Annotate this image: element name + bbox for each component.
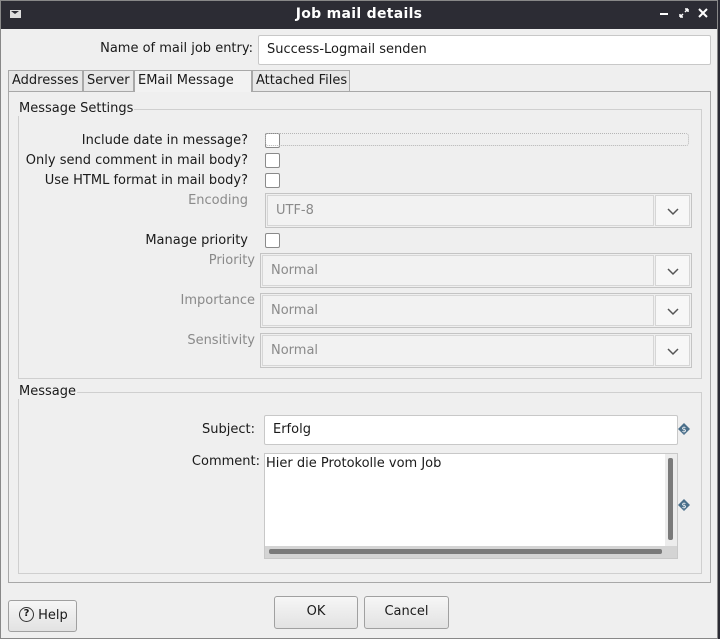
use-html-checkbox[interactable] [265, 173, 280, 188]
svg-text:$: $ [681, 501, 686, 510]
title-bar[interactable]: Job mail details [1, 1, 717, 29]
encoding-value: UTF-8 [267, 195, 654, 226]
encoding-select[interactable]: UTF-8 [265, 193, 692, 228]
comment-label: Comment: [191, 454, 260, 469]
subject-label: Subject: [202, 422, 255, 437]
only-comment-label: Only send comment in mail body? [25, 153, 248, 168]
vertical-scrollbar-thumb[interactable] [668, 458, 673, 540]
job-mail-dialog: Job mail details Name of mail job entry:… [0, 0, 718, 639]
only-comment-checkbox[interactable] [265, 153, 280, 168]
horizontal-scrollbar-thumb[interactable] [269, 549, 662, 554]
priority-label: Priority [208, 253, 255, 268]
svg-text:$: $ [681, 425, 686, 434]
window-title: Job mail details [295, 6, 423, 22]
priority-select[interactable]: Normal [260, 253, 692, 288]
chevron-down-icon [667, 348, 679, 356]
sensitivity-label: Sensitivity [187, 333, 255, 348]
tab-addresses[interactable]: Addresses [8, 70, 83, 91]
variable-icon[interactable]: $ [678, 499, 690, 511]
sensitivity-value: Normal [262, 335, 654, 366]
use-html-label: Use HTML format in mail body? [44, 173, 248, 188]
subject-field[interactable]: Erfolg [264, 415, 678, 445]
help-icon: ? [19, 606, 34, 622]
tab-email-message[interactable]: EMail Message [134, 70, 252, 92]
maximize-icon[interactable] [676, 6, 692, 22]
close-icon[interactable] [695, 6, 711, 22]
importance-value: Normal [262, 295, 654, 326]
chevron-down-icon [667, 208, 679, 216]
manage-priority-label: Manage priority [145, 233, 248, 248]
encoding-label: Encoding [188, 193, 248, 208]
priority-dropdown-button[interactable] [655, 255, 690, 286]
name-field[interactable]: Success-Logmail senden [258, 35, 711, 65]
tab-attached-files[interactable]: Attached Files [252, 70, 350, 91]
tab-server[interactable]: Server [83, 70, 134, 91]
help-button[interactable]: ? Help [8, 600, 77, 632]
sensitivity-dropdown-button[interactable] [655, 335, 690, 366]
importance-select[interactable]: Normal [260, 293, 692, 328]
sensitivity-select[interactable]: Normal [260, 333, 692, 368]
focus-outline [265, 133, 689, 146]
include-date-label: Include date in message? [81, 133, 248, 148]
chevron-down-icon [667, 308, 679, 316]
variable-icon[interactable]: $ [678, 423, 690, 435]
minimize-icon[interactable] [656, 6, 672, 22]
message-title: Message [18, 384, 77, 399]
message-settings-title: Message Settings [18, 101, 135, 116]
email-message-panel: Message Settings Include date in message… [8, 91, 711, 583]
name-field-label: Name of mail job entry: [100, 41, 253, 56]
ok-button[interactable]: OK [274, 596, 358, 629]
vertical-scrollbar[interactable] [665, 454, 677, 546]
comment-text: Hier die Protokolle vom Job [266, 456, 442, 471]
comment-area[interactable]: Hier die Protokolle vom Job [264, 453, 678, 559]
cancel-button[interactable]: Cancel [364, 596, 449, 629]
importance-label: Importance [180, 293, 256, 308]
help-label: Help [38, 608, 68, 623]
chevron-down-icon [667, 268, 679, 276]
importance-dropdown-button[interactable] [655, 295, 690, 326]
horizontal-scrollbar[interactable] [265, 546, 677, 558]
manage-priority-checkbox[interactable] [265, 233, 280, 248]
priority-value: Normal [262, 255, 654, 286]
encoding-dropdown-button[interactable] [655, 195, 690, 226]
